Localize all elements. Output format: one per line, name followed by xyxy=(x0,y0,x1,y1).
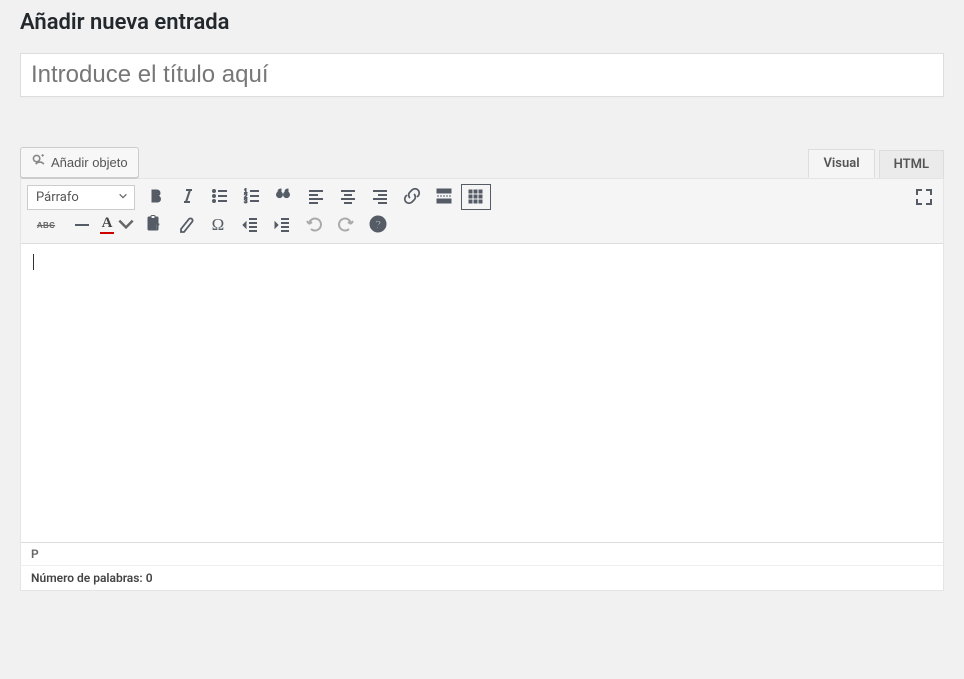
media-icon xyxy=(31,153,47,172)
outdent-button[interactable] xyxy=(235,212,265,238)
svg-text:3: 3 xyxy=(244,199,248,205)
strikethrough-button[interactable]: ABЄ xyxy=(27,212,65,238)
numbered-list-button[interactable]: 123 xyxy=(237,184,267,210)
tab-html[interactable]: HTML xyxy=(879,150,944,178)
bullet-list-button[interactable] xyxy=(205,184,235,210)
italic-button[interactable] xyxy=(173,184,203,210)
align-left-icon xyxy=(306,186,326,209)
format-select-value: Párrafo xyxy=(36,190,79,205)
svg-text:?: ? xyxy=(375,219,382,231)
indent-button[interactable] xyxy=(267,212,297,238)
undo-button[interactable] xyxy=(299,212,329,238)
align-right-button[interactable] xyxy=(365,184,395,210)
numbered-list-icon: 123 xyxy=(242,186,262,209)
hr-button[interactable] xyxy=(67,212,97,238)
editor-status-bar: Número de palabras: 0 xyxy=(21,565,943,590)
toolbar-toggle-icon xyxy=(466,186,486,209)
strikethrough-icon: ABЄ xyxy=(37,221,55,230)
textcolor-icon: A xyxy=(100,216,115,234)
clear-format-button[interactable] xyxy=(171,212,201,238)
add-media-label: Añadir objeto xyxy=(51,155,128,170)
readmore-icon xyxy=(434,186,454,209)
italic-icon xyxy=(178,186,198,209)
outdent-icon xyxy=(240,214,260,237)
editor-tabs: Visual HTML xyxy=(804,149,944,178)
post-title-input[interactable] xyxy=(20,53,944,97)
paste-text-button[interactable]: T xyxy=(139,212,169,238)
text-cursor xyxy=(33,254,34,270)
help-button[interactable]: ? xyxy=(363,212,393,238)
bullet-list-icon xyxy=(210,186,230,209)
svg-text:T: T xyxy=(154,223,159,232)
fullscreen-icon xyxy=(914,187,934,210)
editor-content-area[interactable] xyxy=(21,244,943,542)
word-count-value: 0 xyxy=(146,571,153,585)
align-left-button[interactable] xyxy=(301,184,331,210)
help-icon: ? xyxy=(368,214,388,237)
page-title: Añadir nueva entrada xyxy=(20,10,944,35)
clear-format-icon xyxy=(176,214,196,237)
special-char-button[interactable]: Ω xyxy=(203,212,233,238)
align-center-icon xyxy=(338,186,358,209)
distraction-free-button[interactable] xyxy=(911,185,937,211)
chevron-down-icon xyxy=(118,190,128,205)
chevron-down-icon xyxy=(116,214,136,237)
bold-icon xyxy=(146,186,166,209)
link-button[interactable] xyxy=(397,184,427,210)
hr-icon xyxy=(75,224,89,226)
readmore-button[interactable] xyxy=(429,184,459,210)
editor-element-path: P xyxy=(21,542,943,565)
add-media-button[interactable]: Añadir objeto xyxy=(20,147,139,178)
blockquote-icon xyxy=(274,186,294,209)
indent-icon xyxy=(272,214,292,237)
undo-icon xyxy=(304,214,324,237)
blockquote-button[interactable] xyxy=(269,184,299,210)
link-icon xyxy=(402,186,422,209)
redo-button[interactable] xyxy=(331,212,361,238)
redo-icon xyxy=(336,214,356,237)
paste-text-icon: T xyxy=(144,214,164,237)
align-center-button[interactable] xyxy=(333,184,363,210)
editor-toolbar: Párrafo 123 xyxy=(21,179,943,244)
special-char-icon: Ω xyxy=(212,215,225,235)
textcolor-button[interactable]: A xyxy=(99,212,137,238)
bold-button[interactable] xyxy=(141,184,171,210)
editor-container: Párrafo 123 xyxy=(20,178,944,591)
toolbar-toggle-button[interactable] xyxy=(461,184,491,210)
tab-visual[interactable]: Visual xyxy=(808,149,874,178)
align-right-icon xyxy=(370,186,390,209)
format-select[interactable]: Párrafo xyxy=(27,185,135,210)
word-count-label: Número de palabras: xyxy=(31,571,146,585)
